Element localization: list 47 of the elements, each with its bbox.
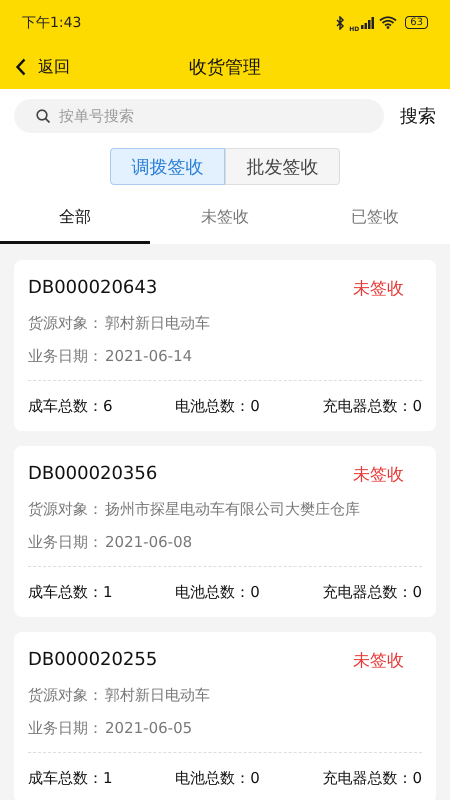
bluetooth-icon <box>336 16 346 30</box>
order-card[interactable]: DB000020255 未签收 货源对象：郭村新日电动车 业务日期：2021-06-05 成车总数：1 电池总数：0 充电器总数：0 <box>14 632 436 800</box>
status-label: 未签收 <box>353 278 404 300</box>
order-number: DB000020255 <box>28 649 158 672</box>
back-icon <box>16 58 26 76</box>
date-value: 2021-06-14 <box>105 347 192 366</box>
total-count: 成车总数：1 <box>28 769 113 788</box>
total-count: 充电器总数：0 <box>322 397 422 416</box>
status-label: 未签收 <box>353 464 404 486</box>
date-value: 2021-06-05 <box>105 719 192 738</box>
total-count: 成车总数：1 <box>28 583 113 602</box>
back-button[interactable]: 返回 <box>16 56 70 78</box>
field-label: 货源对象： <box>28 500 103 519</box>
filter-tab[interactable]: 已签收 <box>300 193 450 244</box>
source-value: 郭村新日电动车 <box>105 686 210 705</box>
date-value: 2021-06-08 <box>105 533 192 552</box>
total-count: 电池总数：0 <box>175 769 260 788</box>
order-number: DB000020643 <box>28 277 158 300</box>
search-icon <box>36 108 51 124</box>
total-count: 充电器总数：0 <box>322 583 422 602</box>
total-count: 电池总数：0 <box>175 583 260 602</box>
total-count: 电池总数：0 <box>175 397 260 416</box>
field-label: 货源对象： <box>28 686 103 705</box>
total-count: 成车总数：6 <box>28 397 113 416</box>
segment-tab[interactable]: 批发签收 <box>225 148 340 185</box>
wifi-icon <box>379 16 398 29</box>
total-count: 充电器总数：0 <box>322 769 422 788</box>
field-label: 业务日期： <box>28 347 103 366</box>
field-label: 业务日期： <box>28 719 103 738</box>
order-number: DB000020356 <box>28 463 158 486</box>
page-title: 收货管理 <box>189 56 261 79</box>
signal-icon <box>361 16 376 28</box>
source-value: 郭村新日电动车 <box>105 314 210 333</box>
order-card[interactable]: DB000020356 未签收 货源对象：扬州市探星电动车有限公司大樊庄仓库 业务日期：2021-06-08 成车总数：1 电池总数：0 充电器总数：0 <box>14 446 436 617</box>
field-label: 业务日期： <box>28 533 103 552</box>
status-time: 下午1:43 <box>22 14 82 32</box>
search-input[interactable]: 按单号搜索 <box>57 106 261 126</box>
status-label: 未签收 <box>353 650 404 672</box>
search-button[interactable]: 搜索 <box>400 104 436 128</box>
segment-tab[interactable]: 调拨签收 <box>110 148 225 185</box>
order-card[interactable]: DB000020643 未签收 货源对象：郭村新日电动车 业务日期：2021-06-14 成车总数：6 电池总数：0 充电器总数：0 <box>14 260 436 431</box>
search-bar[interactable]: 按单号搜索 <box>14 99 384 133</box>
battery-indicator: 63 <box>405 16 428 29</box>
filter-tab[interactable]: 全部 <box>0 193 150 244</box>
source-value: 扬州市探星电动车有限公司大樊庄仓库 <box>105 500 360 519</box>
filter-tab[interactable]: 未签收 <box>150 193 300 244</box>
field-label: 货源对象： <box>28 314 103 333</box>
